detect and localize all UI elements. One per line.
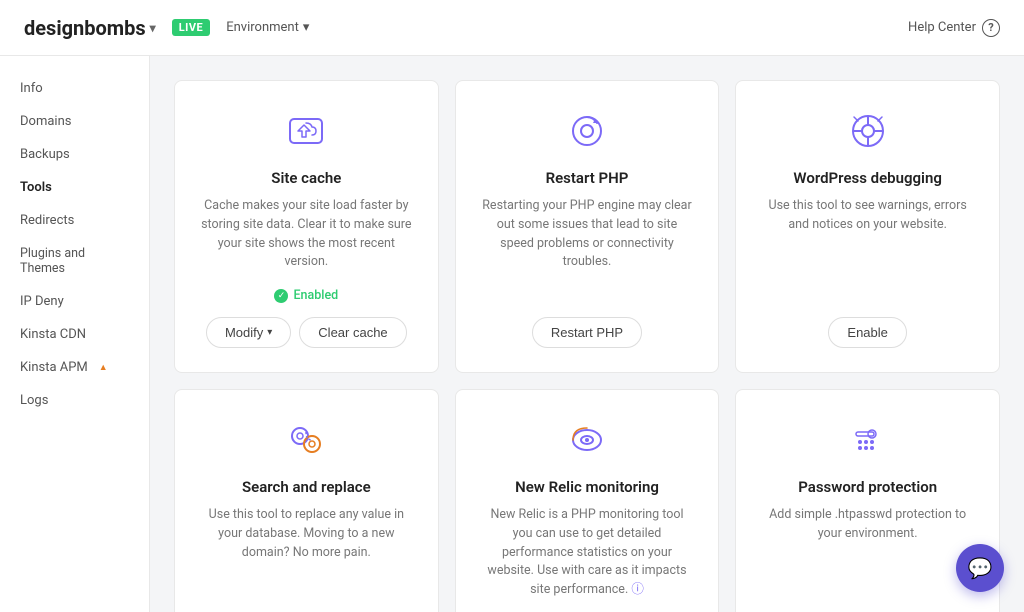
help-icon: ? <box>982 19 1000 37</box>
wp-debugging-desc: Use this tool to see warnings, errors an… <box>760 197 975 301</box>
tool-card-restart-php: Restart PHP Restarting your PHP engine m… <box>455 80 720 373</box>
restart-php-actions: Restart PHP <box>532 317 642 348</box>
chat-icon: 💬 <box>968 556 993 580</box>
env-label: Environment <box>226 20 299 35</box>
sidebar-item-ip-deny[interactable]: IP Deny <box>0 285 149 318</box>
enable-debugging-button[interactable]: Enable <box>828 317 906 348</box>
sidebar-item-plugins-and-themes[interactable]: Plugins and Themes <box>0 237 149 285</box>
enabled-dot <box>274 289 288 303</box>
search-replace-icon <box>284 418 328 466</box>
tool-card-site-cache: Site cache Cache makes your site load fa… <box>174 80 439 373</box>
sidebar-item-info[interactable]: Info <box>0 72 149 105</box>
brand-name: designbombs <box>24 16 146 40</box>
sidebar-item-logs[interactable]: Logs <box>0 384 149 417</box>
topbar-left: designbombs ▾ LIVE Environment ▾ <box>24 16 309 40</box>
modify-button[interactable]: Modify ▾ <box>206 317 291 348</box>
search-replace-desc: Use this tool to replace any value in yo… <box>199 506 414 600</box>
restart-php-button[interactable]: Restart PHP <box>532 317 642 348</box>
clear-cache-button[interactable]: Clear cache <box>299 317 406 348</box>
layout: Info Domains Backups Tools Redirects Plu… <box>0 56 1024 612</box>
new-relic-icon <box>565 418 609 466</box>
tool-card-search-replace: Search and replace Use this tool to repl… <box>174 389 439 612</box>
sidebar-item-redirects[interactable]: Redirects <box>0 204 149 237</box>
brand-chevron: ▾ <box>150 21 156 35</box>
new-relic-title: New Relic monitoring <box>515 478 659 496</box>
env-chevron: ▾ <box>303 20 310 35</box>
search-replace-title: Search and replace <box>242 478 371 496</box>
wp-debugging-icon <box>846 109 890 157</box>
help-center[interactable]: Help Center ? <box>908 19 1000 37</box>
sidebar: Info Domains Backups Tools Redirects Plu… <box>0 56 150 612</box>
sidebar-item-tools[interactable]: Tools <box>0 171 149 204</box>
chat-button[interactable]: 💬 <box>956 544 1004 592</box>
sidebar-item-kinsta-apm[interactable]: Kinsta APM ▲ <box>0 351 149 384</box>
sidebar-item-backups[interactable]: Backups <box>0 138 149 171</box>
restart-php-title: Restart PHP <box>546 169 629 187</box>
wp-debugging-title: WordPress debugging <box>793 169 941 187</box>
tool-card-new-relic: New Relic monitoring New Relic is a PHP … <box>455 389 720 612</box>
sidebar-item-kinsta-cdn[interactable]: Kinsta CDN <box>0 318 149 351</box>
password-protection-icon <box>846 418 890 466</box>
password-protection-title: Password protection <box>798 478 937 496</box>
help-center-label: Help Center <box>908 20 976 35</box>
enabled-label: Enabled <box>293 288 338 303</box>
site-cache-desc: Cache makes your site load faster by sto… <box>199 197 414 272</box>
new-relic-desc: New Relic is a PHP monitoring tool you c… <box>480 506 695 600</box>
restart-php-desc: Restarting your PHP engine may clear out… <box>480 197 695 301</box>
password-protection-desc: Add simple .htpasswd protection to your … <box>760 506 975 600</box>
new-relic-info-icon[interactable]: ⓘ <box>631 582 644 597</box>
site-cache-title: Site cache <box>271 169 341 187</box>
tool-card-wp-debugging: WordPress debugging Use this tool to see… <box>735 80 1000 373</box>
sidebar-item-domains[interactable]: Domains <box>0 105 149 138</box>
env-selector[interactable]: Environment ▾ <box>226 20 309 35</box>
topbar: designbombs ▾ LIVE Environment ▾ Help Ce… <box>0 0 1024 56</box>
site-cache-actions: Modify ▾ Clear cache <box>206 317 407 348</box>
site-cache-icon <box>284 109 328 157</box>
modify-chevron: ▾ <box>267 327 272 338</box>
restart-php-icon <box>565 109 609 157</box>
wp-debugging-actions: Enable <box>828 317 906 348</box>
enabled-badge: Enabled <box>274 288 338 303</box>
live-badge: LIVE <box>172 19 211 36</box>
main-content: Site cache Cache makes your site load fa… <box>150 56 1024 612</box>
tools-grid: Site cache Cache makes your site load fa… <box>174 80 1000 612</box>
brand[interactable]: designbombs ▾ <box>24 16 156 40</box>
